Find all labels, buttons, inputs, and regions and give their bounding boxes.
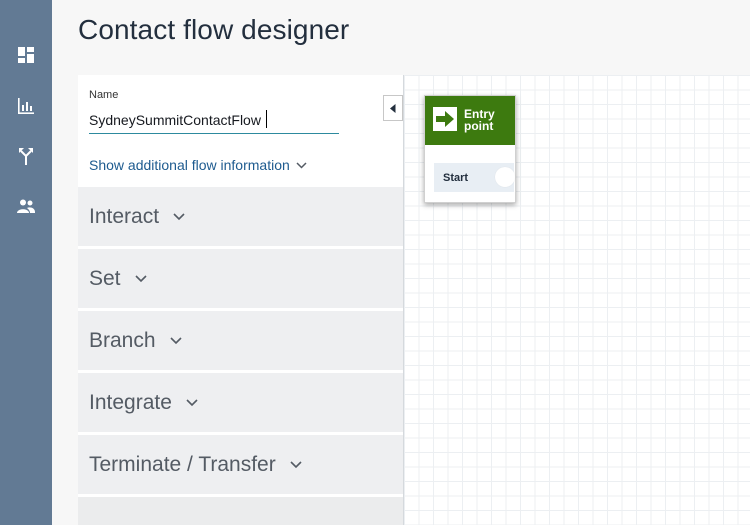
collapse-panel-button[interactable] — [383, 95, 403, 121]
chevron-down-icon — [186, 398, 198, 406]
nav-routing[interactable] — [0, 136, 52, 176]
chevron-down-icon — [134, 274, 147, 282]
nav-metrics[interactable] — [0, 86, 52, 126]
dashboard-icon — [18, 47, 34, 63]
category-interact[interactable]: Interact — [78, 187, 403, 246]
start-label: Start — [443, 171, 469, 184]
text-cursor — [266, 110, 267, 128]
show-additional-info-link[interactable]: Show additional flow information — [89, 157, 307, 173]
entry-point-header: Entry point — [425, 96, 515, 145]
chevron-down-icon — [296, 161, 307, 169]
category-label: Integrate — [89, 390, 172, 414]
category-label: Interact — [89, 204, 160, 228]
category-label: Terminate / Transfer — [89, 452, 276, 476]
app-root: Contact flow designer Name Show addition… — [0, 0, 750, 525]
category-branch[interactable]: Branch — [78, 311, 403, 370]
category-label: Set — [89, 266, 121, 290]
start-connector-handle[interactable] — [495, 167, 515, 187]
chevron-down-icon — [169, 336, 182, 344]
page-title: Contact flow designer — [78, 14, 350, 45]
entry-point-title: Entry point — [464, 107, 495, 133]
category-set[interactable]: Set — [78, 249, 403, 308]
caret-left-icon — [390, 103, 396, 113]
category-label: Branch — [89, 328, 156, 352]
nav-dashboard[interactable] — [0, 35, 52, 75]
flow-name-label: Name — [89, 89, 119, 101]
flow-name-input[interactable] — [89, 107, 339, 134]
category-terminate-transfer[interactable]: Terminate / Transfer — [78, 435, 403, 494]
chevron-down-icon — [290, 460, 302, 468]
entry-arrow-icon — [433, 107, 457, 131]
show-additional-info-label: Show additional flow information — [89, 157, 290, 173]
divider — [78, 494, 403, 497]
nav-users[interactable] — [0, 186, 52, 226]
users-icon — [17, 199, 35, 213]
block-library-panel: Name Show additional flow information In… — [78, 75, 403, 525]
category-integrate[interactable]: Integrate — [78, 373, 403, 432]
chevron-down-icon — [173, 212, 185, 220]
entry-point-block[interactable]: Entry point Start — [424, 95, 516, 203]
metrics-icon — [18, 98, 34, 114]
routing-icon — [19, 148, 33, 165]
flow-name-section: Name Show additional flow information — [78, 75, 403, 187]
start-branch: Start — [434, 163, 515, 192]
nav-rail — [0, 0, 52, 525]
